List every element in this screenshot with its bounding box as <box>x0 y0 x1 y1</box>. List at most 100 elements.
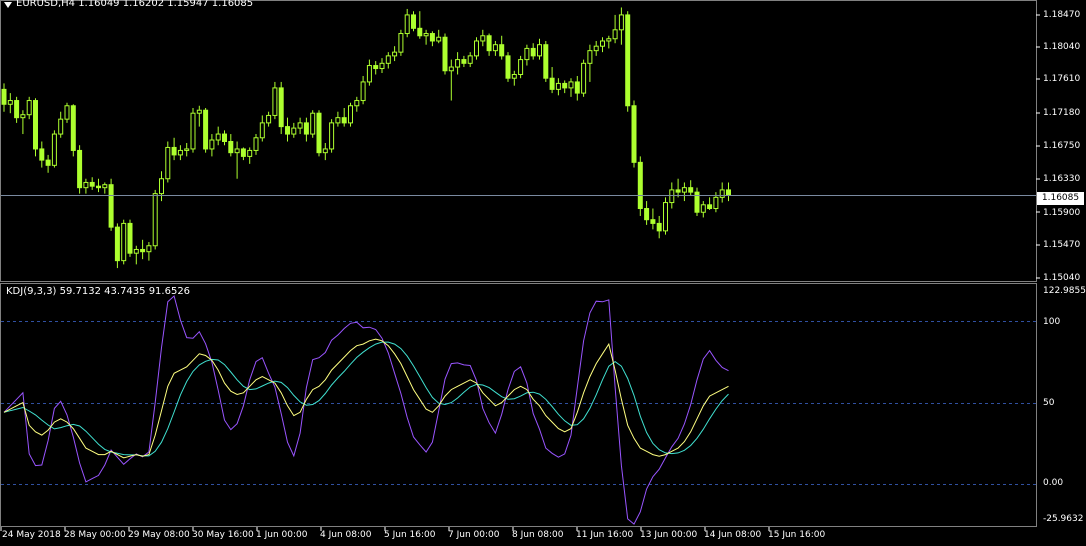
candle <box>707 197 713 211</box>
candle <box>726 182 731 202</box>
candle <box>417 11 423 39</box>
candle-body <box>524 47 530 61</box>
candle-body <box>310 112 316 135</box>
candle <box>278 81 284 135</box>
candle-body <box>14 100 20 119</box>
candle <box>1 83 7 112</box>
chart-frames <box>0 0 1037 527</box>
symbol-dropdown-icon[interactable] <box>4 2 12 8</box>
candle-body <box>486 35 492 52</box>
time-axis-label: 15 Jun 16:00 <box>768 530 826 540</box>
time-axis-label: 24 May 2018 <box>2 530 61 540</box>
time-axis-label: 1 Jun 00:00 <box>256 530 308 540</box>
candle-body <box>190 112 196 150</box>
candle <box>366 59 372 86</box>
candle <box>266 111 272 127</box>
candle <box>165 141 171 183</box>
candle <box>152 189 158 250</box>
candle-body <box>644 208 650 221</box>
candle <box>593 40 599 56</box>
candle-body <box>33 100 38 150</box>
candle <box>45 154 51 173</box>
candle <box>385 52 391 69</box>
candle <box>215 126 221 146</box>
candle <box>234 141 240 179</box>
candle <box>228 134 234 157</box>
candle-body <box>411 14 416 29</box>
candle-body <box>96 185 101 189</box>
candle-body <box>562 82 568 89</box>
candle <box>650 208 656 230</box>
candle <box>505 52 511 82</box>
main-chart-title: EURUSD,H4 1.16049 1.16202 1.15947 1.1608… <box>16 0 254 9</box>
time-axis-label: 14 Jun 08:00 <box>704 530 762 540</box>
candle <box>354 96 360 112</box>
candle-body <box>133 248 139 254</box>
candle <box>14 96 20 123</box>
candle <box>33 98 38 157</box>
candle <box>631 100 637 168</box>
candle <box>102 182 108 194</box>
candle <box>442 33 448 75</box>
candle <box>146 242 152 261</box>
candle-body <box>291 127 297 135</box>
candle-body <box>423 33 429 37</box>
candle <box>574 75 580 101</box>
candle-body <box>322 148 328 154</box>
candle-body <box>303 122 309 135</box>
candle <box>423 29 429 45</box>
candle <box>486 33 492 56</box>
candle <box>562 80 568 94</box>
candle <box>26 96 32 120</box>
candle-body <box>530 47 536 57</box>
candle <box>222 130 227 146</box>
candle-body <box>429 33 435 42</box>
time-axis-label: 5 Jun 16:00 <box>384 530 436 540</box>
candle-body <box>253 137 259 151</box>
candle <box>480 29 486 47</box>
candle <box>64 102 70 123</box>
candle-body <box>20 114 26 119</box>
candle <box>184 142 190 157</box>
candle <box>70 104 76 157</box>
candle-body <box>467 55 473 64</box>
candle-body <box>726 189 731 196</box>
candle <box>253 134 259 155</box>
candle-body <box>625 14 631 107</box>
candle <box>196 105 202 127</box>
candle <box>625 11 631 112</box>
indicator-title: KDJ(9,3,3) 59.7132 43.7435 91.6526 <box>6 286 191 297</box>
candle-body <box>77 149 83 189</box>
candle <box>555 78 561 96</box>
candle-body <box>537 44 542 57</box>
current-price-tag: 1.16085 <box>1037 192 1084 205</box>
candle-body <box>663 202 668 232</box>
candle <box>108 178 114 231</box>
candle <box>291 122 297 138</box>
candle-body <box>240 148 246 157</box>
candle <box>398 29 404 56</box>
candle <box>681 182 687 202</box>
candle <box>549 67 555 94</box>
candle <box>316 110 322 157</box>
candle-body <box>297 122 303 129</box>
candle <box>39 141 45 168</box>
candle <box>429 31 435 47</box>
candle-body <box>234 148 240 154</box>
grid-lines <box>1 321 1036 485</box>
candle <box>360 75 366 105</box>
candle-body <box>707 204 713 210</box>
candle-body <box>480 35 486 42</box>
candle-body <box>215 133 221 141</box>
candle <box>537 38 542 60</box>
candle <box>259 115 265 142</box>
indicator-axis-label: -25.9632 <box>1043 514 1084 524</box>
candle <box>240 147 246 161</box>
candle-body <box>222 133 227 142</box>
candle-body <box>474 40 479 57</box>
candle <box>379 58 385 73</box>
candle-body <box>360 81 366 102</box>
candle <box>190 107 196 153</box>
candle-body <box>341 117 347 124</box>
candle-body <box>165 146 171 180</box>
